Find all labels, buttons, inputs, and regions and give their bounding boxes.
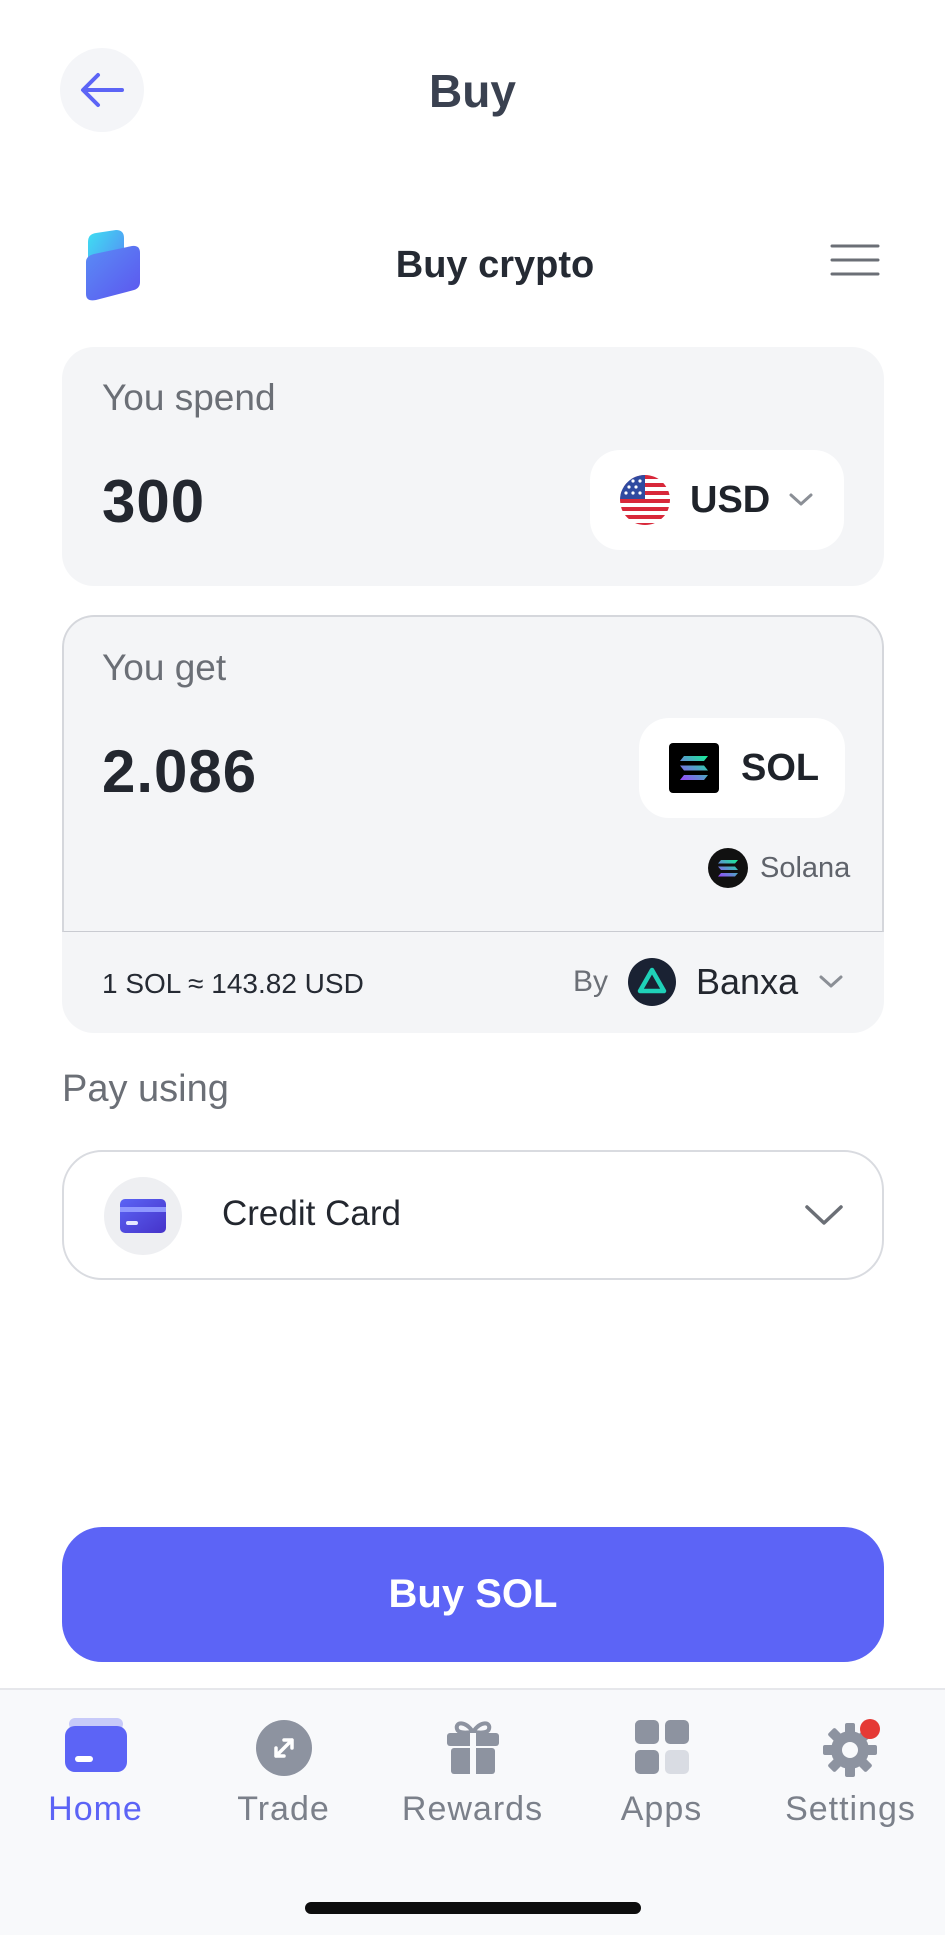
provider-name: Banxa xyxy=(696,961,799,1002)
bottom-tab-bar: Home Trade Rewards Apps Settings xyxy=(0,1688,945,1935)
gear-icon xyxy=(822,1719,880,1777)
credit-card-icon xyxy=(120,1199,166,1233)
spend-amount-input[interactable]: 300 xyxy=(102,467,205,536)
menu-icon[interactable] xyxy=(830,243,880,277)
apps-icon xyxy=(634,1720,689,1774)
tab-trade[interactable]: Trade xyxy=(189,1690,378,1850)
notification-badge xyxy=(859,1719,880,1739)
tab-apps-label: Apps xyxy=(620,1790,703,1828)
pay-using-label: Pay using xyxy=(62,1068,229,1110)
solana-icon xyxy=(669,743,719,793)
tab-rewards[interactable]: Rewards xyxy=(378,1690,567,1850)
chevron-down-icon xyxy=(805,1205,843,1225)
buy-sol-button[interactable]: Buy SOL xyxy=(62,1527,884,1662)
get-currency: SOL xyxy=(741,746,820,789)
credit-card-icon-wrap xyxy=(104,1177,182,1255)
solana-network-icon xyxy=(708,848,748,888)
chevron-down-icon xyxy=(819,975,843,988)
trade-icon xyxy=(255,1720,312,1776)
tab-home[interactable]: Home xyxy=(1,1690,190,1850)
tab-apps[interactable]: Apps xyxy=(567,1690,756,1850)
tab-trade-label: Trade xyxy=(237,1790,330,1828)
home-icon xyxy=(64,1718,127,1772)
payment-method-select[interactable]: Credit Card xyxy=(62,1150,884,1280)
us-flag-icon xyxy=(620,475,670,525)
get-amount: 2.086 xyxy=(102,738,258,805)
get-card: You get 2.086 SOL Solana 1 SOL ≈ 143.82 … xyxy=(62,615,884,1033)
tab-settings-label: Settings xyxy=(785,1790,916,1828)
currency-selector[interactable]: USD xyxy=(590,450,844,550)
provider-by-label: By xyxy=(573,965,609,998)
payment-method-value: Credit Card xyxy=(222,1194,401,1233)
chevron-down-icon xyxy=(789,493,813,506)
spend-currency: USD xyxy=(690,478,771,521)
get-label: You get xyxy=(102,647,227,688)
widget-title: Buy crypto xyxy=(395,244,595,286)
gift-icon xyxy=(446,1721,499,1774)
tab-settings[interactable]: Settings xyxy=(756,1690,945,1850)
tab-rewards-label: Rewards xyxy=(401,1790,544,1828)
banxa-logo-icon xyxy=(628,958,677,1006)
tab-home-label: Home xyxy=(48,1790,143,1828)
spend-label: You spend xyxy=(102,377,276,418)
exchange-rate: 1 SOL ≈ 143.82 USD xyxy=(102,968,364,999)
provider-selector[interactable]: By Banxa xyxy=(573,951,844,1013)
spend-card: You spend 300 USD xyxy=(62,347,884,586)
home-indicator xyxy=(305,1902,641,1914)
network-name: Solana xyxy=(760,851,851,884)
network-tag: Solana xyxy=(708,848,850,888)
crypto-selector[interactable]: SOL xyxy=(639,718,845,818)
page-title: Buy xyxy=(429,65,516,117)
